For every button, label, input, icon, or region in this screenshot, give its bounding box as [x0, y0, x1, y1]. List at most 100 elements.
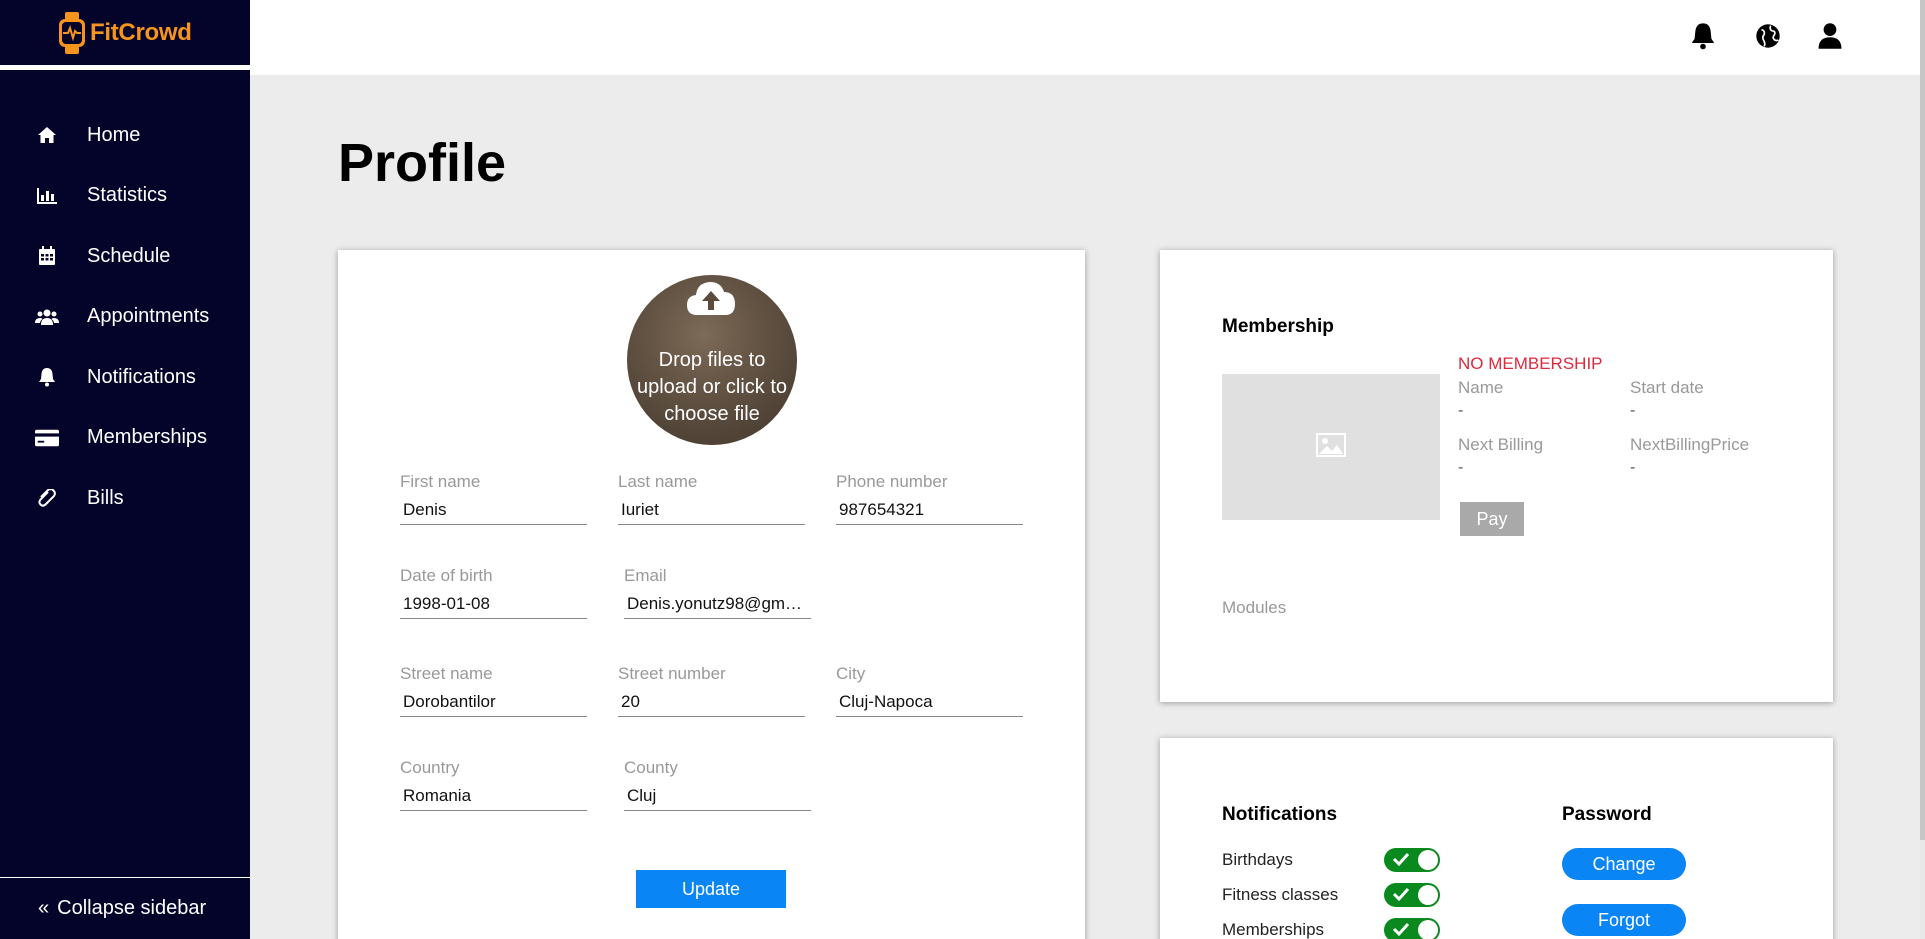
last-name-label: Last name	[618, 472, 698, 491]
sidebar-item-bills[interactable]: Bills	[0, 468, 250, 529]
toggle-knob	[1418, 850, 1438, 870]
sidebar: FitCrowd Home Statistics Schedule Appoin…	[0, 0, 250, 939]
city-label: City	[836, 664, 866, 683]
paperclip-icon	[35, 488, 59, 508]
avatar-upload[interactable]: Drop files to upload or click to choose …	[627, 275, 797, 445]
dob-field: Date of birth	[400, 566, 587, 619]
city-field: City	[836, 664, 1023, 717]
country-input[interactable]	[400, 784, 587, 811]
toggle-knob	[1418, 920, 1438, 939]
first-name-label: First name	[400, 472, 481, 491]
sidebar-item-label: Memberships	[87, 426, 208, 449]
phone-input[interactable]	[836, 498, 1023, 525]
start-date-value: -	[1630, 402, 1636, 419]
fitness-classes-toggle[interactable]	[1384, 883, 1440, 907]
collapse-sidebar-label: Collapse sidebar	[57, 897, 207, 919]
sidebar-item-appointments[interactable]: Appointments	[0, 287, 250, 348]
memberships-toggle[interactable]	[1384, 918, 1440, 939]
sidebar-nav: Home Statistics Schedule Appointments No…	[0, 105, 250, 529]
membership-card: Membership NO MEMBERSHIP Name - Start da…	[1160, 250, 1833, 702]
sidebar-item-schedule[interactable]: Schedule	[0, 226, 250, 287]
street-name-field: Street name	[400, 664, 587, 717]
sidebar-item-label: Statistics	[87, 184, 168, 207]
last-name-field: Last name	[618, 472, 805, 525]
check-icon	[1392, 886, 1410, 907]
page-scrollbar[interactable]	[1920, 0, 1925, 939]
last-name-input[interactable]	[618, 498, 805, 525]
calendar-icon	[35, 246, 59, 266]
globe-icon[interactable]	[1755, 22, 1781, 50]
modules-label: Modules	[1222, 598, 1287, 617]
sidebar-item-label: Appointments	[87, 305, 210, 328]
street-name-label: Street name	[400, 664, 493, 683]
sidebar-item-notifications[interactable]: Notifications	[0, 347, 250, 408]
home-icon	[35, 125, 59, 145]
users-icon	[35, 307, 59, 327]
membership-title: Membership	[1222, 316, 1334, 337]
sidebar-item-memberships[interactable]: Memberships	[0, 408, 250, 469]
notification-label-memberships: Memberships	[1222, 920, 1325, 939]
notification-label-birthdays: Birthdays	[1222, 850, 1293, 869]
notifications-title: Notifications	[1222, 804, 1338, 825]
bell-icon	[35, 367, 59, 387]
collapse-sidebar-button[interactable]: « Collapse sidebar	[0, 877, 250, 939]
forgot-password-button[interactable]: Forgot	[1562, 904, 1686, 936]
membership-status: NO MEMBERSHIP	[1458, 354, 1603, 373]
start-date-label: Start date	[1630, 378, 1704, 397]
app-name: FitCrowd	[90, 18, 192, 46]
bell-icon[interactable]	[1690, 22, 1716, 50]
membership-image-placeholder	[1222, 374, 1440, 520]
email-label: Email	[624, 566, 667, 585]
scrollbar-thumb[interactable]	[1920, 0, 1925, 840]
change-password-button[interactable]: Change	[1562, 848, 1686, 880]
city-input[interactable]	[836, 690, 1023, 717]
next-billing-price-label: NextBillingPrice	[1630, 435, 1750, 454]
membership-name-value: -	[1458, 402, 1464, 419]
phone-field: Phone number	[836, 472, 1023, 525]
birthdays-toggle[interactable]	[1384, 848, 1440, 872]
street-number-label: Street number	[618, 664, 726, 683]
county-input[interactable]	[624, 784, 811, 811]
password-title: Password	[1562, 804, 1652, 825]
first-name-field: First name	[400, 472, 587, 525]
sidebar-item-label: Home	[87, 123, 141, 146]
sidebar-item-statistics[interactable]: Statistics	[0, 166, 250, 227]
county-field: County	[624, 758, 811, 811]
update-button[interactable]: Update	[636, 870, 786, 908]
user-icon[interactable]	[1817, 22, 1843, 50]
image-placeholder-icon	[1316, 432, 1346, 462]
check-icon	[1392, 851, 1410, 872]
first-name-input[interactable]	[400, 498, 587, 525]
next-billing-label: Next Billing	[1458, 435, 1544, 454]
sidebar-item-label: Schedule	[87, 244, 171, 267]
country-label: Country	[400, 758, 460, 777]
dob-input[interactable]	[400, 592, 587, 619]
county-label: County	[624, 758, 678, 777]
email-field: Email	[624, 566, 811, 619]
street-number-field: Street number	[618, 664, 805, 717]
settings-card: Notifications Birthdays Fitness classes …	[1160, 738, 1833, 939]
check-icon	[1392, 921, 1410, 939]
sidebar-item-home[interactable]: Home	[0, 105, 250, 166]
toggle-knob	[1418, 885, 1438, 905]
topbar	[250, 0, 1920, 75]
profile-card: Drop files to upload or click to choose …	[338, 250, 1085, 939]
street-name-input[interactable]	[400, 690, 587, 717]
bar-chart-icon	[35, 186, 59, 206]
dob-label: Date of birth	[400, 566, 493, 585]
double-chevron-left-icon: «	[38, 897, 50, 919]
sidebar-item-label: Bills	[87, 486, 124, 509]
sidebar-item-label: Notifications	[87, 365, 196, 388]
membership-name-label: Name	[1458, 378, 1504, 397]
credit-card-icon	[35, 428, 59, 448]
cloud-upload-icon	[685, 277, 737, 321]
phone-label: Phone number	[836, 472, 948, 491]
email-input[interactable]	[624, 592, 811, 619]
logo[interactable]: FitCrowd	[0, 0, 250, 70]
street-number-input[interactable]	[618, 690, 805, 717]
country-field: Country	[400, 758, 587, 811]
notification-label-fitness-classes: Fitness classes	[1222, 885, 1339, 904]
upload-instructions: Drop files to upload or click to choose …	[636, 349, 788, 425]
next-billing-value: -	[1458, 459, 1464, 476]
pay-button[interactable]: Pay	[1460, 502, 1524, 536]
